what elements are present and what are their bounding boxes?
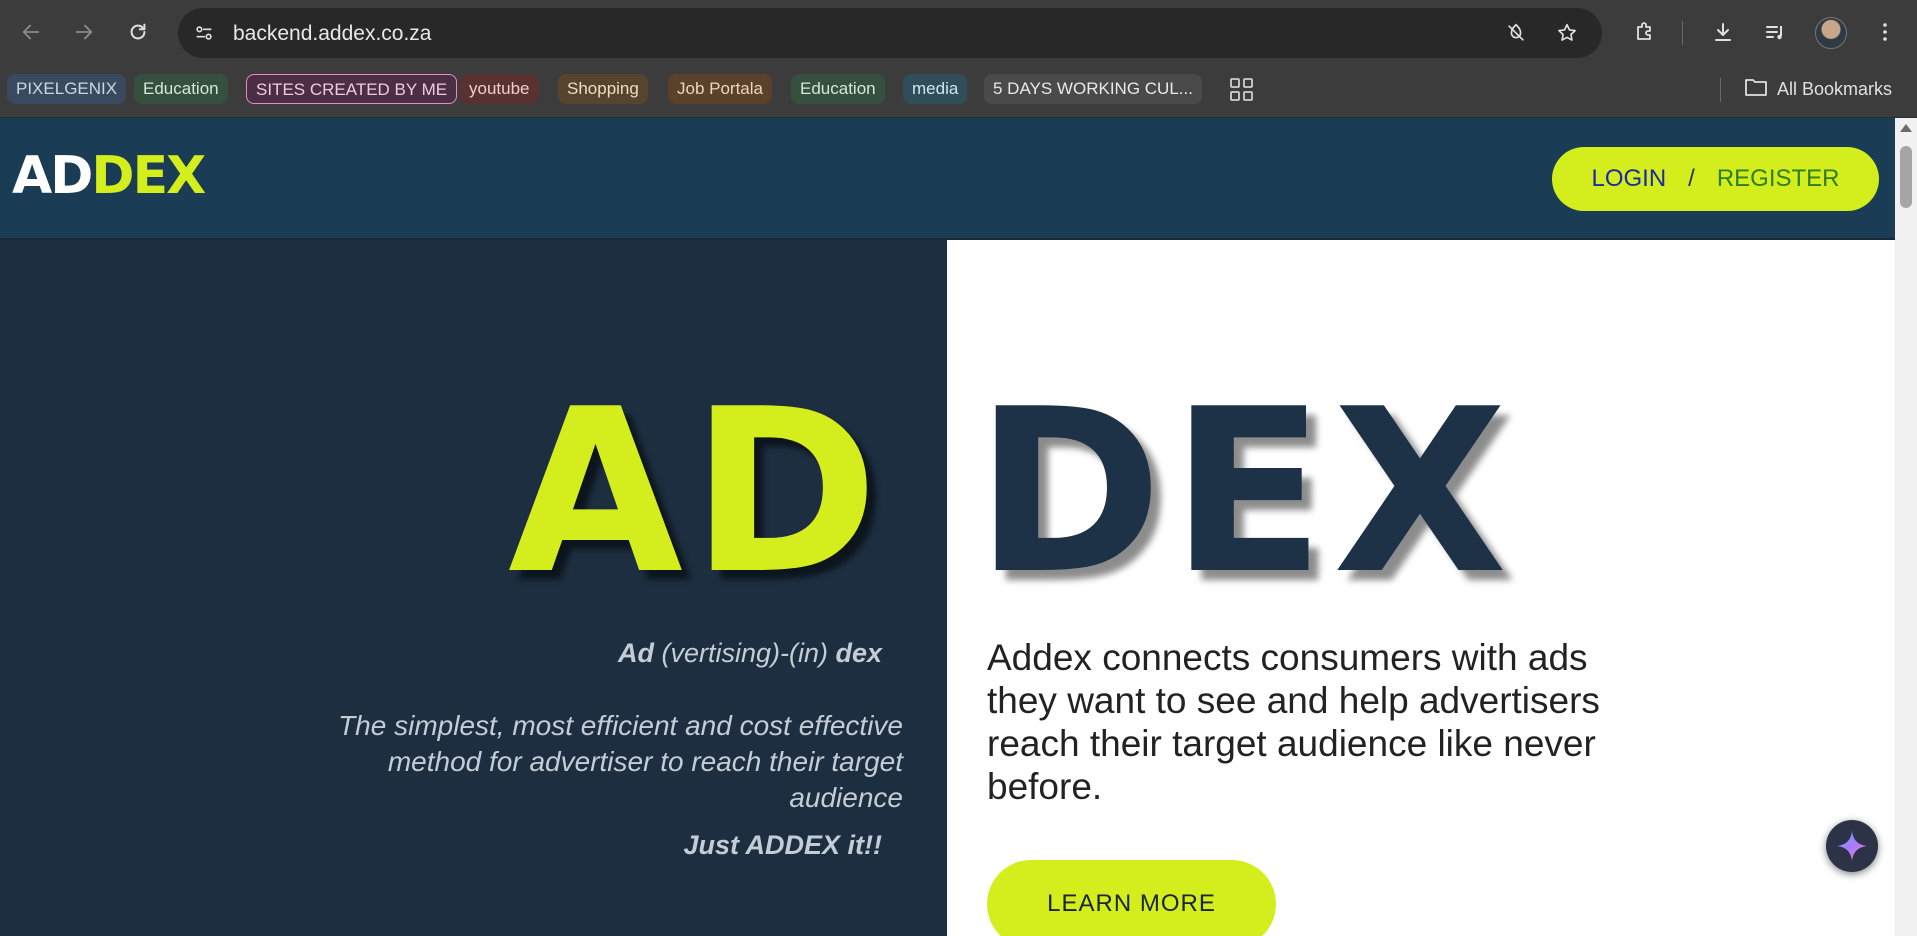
bookmarks-bar: PIXELGENIX Education SITES CREATED BY ME… (0, 66, 1917, 118)
page-scrollbar[interactable] (1895, 118, 1917, 936)
hero-description: The simplest, most efficient and cost ef… (338, 710, 903, 813)
site-info-icon[interactable] (190, 19, 218, 47)
tracking-off-icon[interactable] (1502, 19, 1530, 47)
tagline-dex: dex (835, 638, 882, 668)
bookmarks-separator (1720, 78, 1721, 102)
about-text: Addex connects consumers with ads they w… (987, 637, 1600, 807)
site-header: ADDEX LOGIN / REGISTER (0, 118, 1895, 240)
url-text[interactable]: backend.addex.co.za (233, 22, 431, 46)
back-icon[interactable] (15, 16, 47, 48)
bookmark-5-days-working[interactable]: 5 DAYS WORKING CUL... (984, 74, 1202, 104)
tagline-ad: Ad (617, 638, 654, 668)
bookmark-media[interactable]: media (903, 74, 968, 104)
learn-more-button[interactable]: LEARN MORE (987, 860, 1276, 936)
bookmark-pixelgenix[interactable]: PIXELGENIX (7, 74, 127, 104)
register-link[interactable]: REGISTER (1717, 165, 1840, 193)
bookmark-education[interactable]: Education (134, 74, 228, 104)
scrollbar-thumb[interactable] (1900, 146, 1912, 208)
apps-grid-icon[interactable] (1228, 76, 1256, 104)
download-icon[interactable] (1708, 17, 1738, 47)
hero-title-dex: DEX (975, 361, 1516, 624)
folder-icon (1744, 76, 1768, 103)
media-control-icon[interactable] (1760, 17, 1790, 47)
hero-title-ad: AD (508, 361, 887, 624)
all-bookmarks-button[interactable]: All Bookmarks (1744, 76, 1892, 103)
browser-toolbar: backend.addex.co.za (0, 0, 1917, 66)
site-logo[interactable]: ADDEX (12, 150, 206, 202)
auth-separator: / (1688, 165, 1695, 192)
hero-tagline: Ad (vertising)-(in) dex (618, 638, 882, 669)
logo-part-dex: DEX (91, 146, 206, 206)
tagline-middle: (vertising)-(in) (653, 638, 836, 668)
more-vert-icon[interactable] (1870, 17, 1900, 47)
bookmark-youtube[interactable]: youtube (460, 74, 539, 104)
logo-part-ad: AD (12, 146, 93, 206)
gemini-sparkle-icon[interactable] (1826, 820, 1878, 872)
address-bar[interactable]: backend.addex.co.za (178, 8, 1602, 58)
scroll-up-arrow-icon[interactable] (1900, 124, 1912, 132)
profile-avatar[interactable] (1815, 17, 1847, 49)
all-bookmarks-label: All Bookmarks (1777, 79, 1893, 99)
login-link[interactable]: LOGIN (1591, 165, 1666, 193)
page-viewport: ADDEX LOGIN / REGISTER AD DEX Ad (vertis… (0, 118, 1895, 936)
extensions-icon[interactable] (1630, 17, 1660, 47)
forward-icon[interactable] (68, 16, 100, 48)
bookmark-education-2[interactable]: Education (791, 74, 885, 104)
star-icon[interactable] (1553, 19, 1581, 47)
bookmark-sites-created[interactable]: SITES CREATED BY ME (246, 74, 458, 104)
auth-pill: LOGIN / REGISTER (1552, 147, 1879, 211)
reload-icon[interactable] (122, 16, 154, 48)
bookmark-job-portala[interactable]: Job Portala (668, 74, 772, 104)
hero-cta-tagline: Just ADDEX it!! (683, 830, 882, 860)
toolbar-separator (1682, 21, 1683, 45)
bookmark-shopping[interactable]: Shopping (558, 74, 648, 104)
